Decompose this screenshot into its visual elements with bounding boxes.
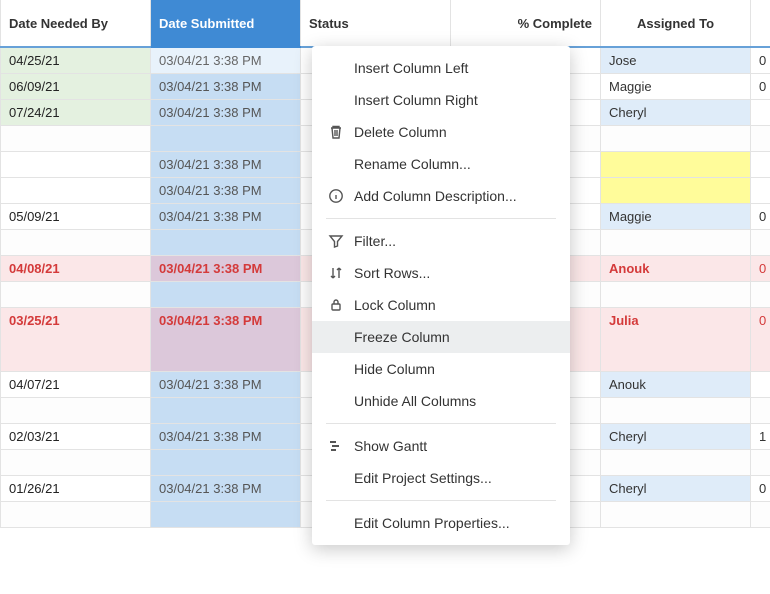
cell-extra[interactable] xyxy=(751,125,770,151)
cell-date-needed[interactable] xyxy=(1,397,151,423)
menu-separator xyxy=(326,218,556,219)
gantt-icon xyxy=(326,438,346,454)
cell-date-submitted[interactable]: 03/04/21 3:38 PM xyxy=(151,151,301,177)
cell-date-needed[interactable]: 06/09/21 xyxy=(1,73,151,99)
cell-assigned-to[interactable] xyxy=(601,177,751,203)
menu-insert-right[interactable]: Insert Column Right xyxy=(312,84,570,116)
cell-assigned-to[interactable]: Jose xyxy=(601,47,751,73)
menu-unhide-all[interactable]: Unhide All Columns xyxy=(312,385,570,417)
cell-extra[interactable] xyxy=(751,229,770,255)
col-header-status[interactable]: Status xyxy=(301,0,451,47)
cell-extra[interactable] xyxy=(751,99,770,125)
cell-date-needed[interactable]: 04/08/21 xyxy=(1,255,151,281)
cell-date-needed[interactable]: 04/25/21 xyxy=(1,47,151,73)
cell-extra[interactable] xyxy=(751,151,770,177)
cell-date-submitted[interactable]: 03/04/21 3:38 PM xyxy=(151,423,301,449)
cell-extra[interactable] xyxy=(751,397,770,423)
cell-date-needed[interactable]: 02/03/21 xyxy=(1,423,151,449)
sort-icon xyxy=(326,265,346,281)
cell-assigned-to[interactable] xyxy=(601,229,751,255)
cell-date-submitted[interactable]: 03/04/21 3:38 PM xyxy=(151,307,301,371)
cell-assigned-to[interactable] xyxy=(601,125,751,151)
cell-assigned-to[interactable]: Maggie xyxy=(601,73,751,99)
cell-date-needed[interactable]: 03/25/21 xyxy=(1,307,151,371)
cell-extra[interactable] xyxy=(751,449,770,475)
menu-show-gantt[interactable]: Show Gantt xyxy=(312,430,570,462)
cell-assigned-to[interactable] xyxy=(601,501,751,527)
cell-assigned-to[interactable] xyxy=(601,281,751,307)
col-header-date-submitted[interactable]: Date Submitted xyxy=(151,0,301,47)
cell-assigned-to[interactable]: Cheryl xyxy=(601,99,751,125)
cell-extra[interactable] xyxy=(751,177,770,203)
lock-icon xyxy=(326,297,346,313)
menu-separator xyxy=(326,423,556,424)
cell-date-submitted[interactable] xyxy=(151,125,301,151)
cell-assigned-to[interactable] xyxy=(601,151,751,177)
cell-extra[interactable]: 0 xyxy=(751,203,770,229)
cell-date-submitted[interactable] xyxy=(151,449,301,475)
cell-date-submitted[interactable] xyxy=(151,501,301,527)
col-header-pct-complete[interactable]: % Complete xyxy=(451,0,601,47)
cell-assigned-to[interactable]: Cheryl xyxy=(601,475,751,501)
menu-filter[interactable]: Filter... xyxy=(312,225,570,257)
cell-date-submitted[interactable]: 03/04/21 3:38 PM xyxy=(151,99,301,125)
cell-date-submitted[interactable]: 03/04/21 3:38 PM xyxy=(151,255,301,281)
cell-date-submitted[interactable]: 03/04/21 3:38 PM xyxy=(151,371,301,397)
menu-hide-column[interactable]: Hide Column xyxy=(312,353,570,385)
cell-date-needed[interactable] xyxy=(1,125,151,151)
cell-assigned-to[interactable] xyxy=(601,397,751,423)
cell-date-needed[interactable] xyxy=(1,281,151,307)
cell-extra[interactable] xyxy=(751,371,770,397)
menu-add-description[interactable]: Add Column Description... xyxy=(312,180,570,212)
cell-extra[interactable] xyxy=(751,281,770,307)
cell-date-needed[interactable]: 04/07/21 xyxy=(1,371,151,397)
cell-extra[interactable]: 0 xyxy=(751,73,770,99)
cell-date-needed[interactable] xyxy=(1,229,151,255)
menu-sort-rows[interactable]: Sort Rows... xyxy=(312,257,570,289)
cell-date-submitted[interactable] xyxy=(151,281,301,307)
header-row: Date Needed By Date Submitted Status % C… xyxy=(1,0,770,47)
cell-extra[interactable]: 1 xyxy=(751,423,770,449)
cell-date-submitted[interactable]: 03/04/21 3:38 PM xyxy=(151,475,301,501)
cell-date-needed[interactable]: 05/09/21 xyxy=(1,203,151,229)
trash-icon xyxy=(326,124,346,140)
cell-assigned-to[interactable] xyxy=(601,449,751,475)
cell-date-needed[interactable] xyxy=(1,151,151,177)
cell-date-submitted[interactable]: 03/04/21 3:38 PM xyxy=(151,177,301,203)
menu-separator xyxy=(326,500,556,501)
cell-date-submitted[interactable] xyxy=(151,229,301,255)
cell-extra[interactable]: 0 xyxy=(751,47,770,73)
cell-extra[interactable] xyxy=(751,501,770,527)
column-context-menu: Insert Column Left Insert Column Right D… xyxy=(312,46,570,545)
cell-date-needed[interactable]: 01/26/21 xyxy=(1,475,151,501)
cell-assigned-to[interactable]: Anouk xyxy=(601,255,751,281)
cell-date-needed[interactable] xyxy=(1,177,151,203)
col-header-date-needed[interactable]: Date Needed By xyxy=(1,0,151,47)
cell-assigned-to[interactable]: Julia xyxy=(601,307,751,371)
menu-edit-project[interactable]: Edit Project Settings... xyxy=(312,462,570,494)
cell-date-needed[interactable] xyxy=(1,449,151,475)
cell-extra[interactable]: 0 xyxy=(751,475,770,501)
cell-date-needed[interactable]: 07/24/21 xyxy=(1,99,151,125)
cell-date-submitted[interactable]: 03/04/21 3:38 PM xyxy=(151,47,301,73)
filter-icon xyxy=(326,233,346,249)
info-icon xyxy=(326,188,346,204)
cell-date-submitted[interactable]: 03/04/21 3:38 PM xyxy=(151,203,301,229)
menu-insert-left[interactable]: Insert Column Left xyxy=(312,52,570,84)
cell-date-submitted[interactable]: 03/04/21 3:38 PM xyxy=(151,73,301,99)
cell-date-submitted[interactable] xyxy=(151,397,301,423)
cell-extra[interactable]: 0 xyxy=(751,255,770,281)
menu-lock-column[interactable]: Lock Column xyxy=(312,289,570,321)
cell-assigned-to[interactable]: Cheryl xyxy=(601,423,751,449)
menu-edit-column-props[interactable]: Edit Column Properties... xyxy=(312,507,570,539)
cell-assigned-to[interactable]: Maggie xyxy=(601,203,751,229)
cell-assigned-to[interactable]: Anouk xyxy=(601,371,751,397)
menu-delete-column[interactable]: Delete Column xyxy=(312,116,570,148)
menu-freeze-column[interactable]: Freeze Column xyxy=(312,321,570,353)
cell-extra[interactable]: 0 xyxy=(751,307,770,371)
col-header-extra[interactable] xyxy=(751,0,770,47)
menu-rename-column[interactable]: Rename Column... xyxy=(312,148,570,180)
cell-date-needed[interactable] xyxy=(1,501,151,527)
col-header-assigned-to[interactable]: Assigned To xyxy=(601,0,751,47)
